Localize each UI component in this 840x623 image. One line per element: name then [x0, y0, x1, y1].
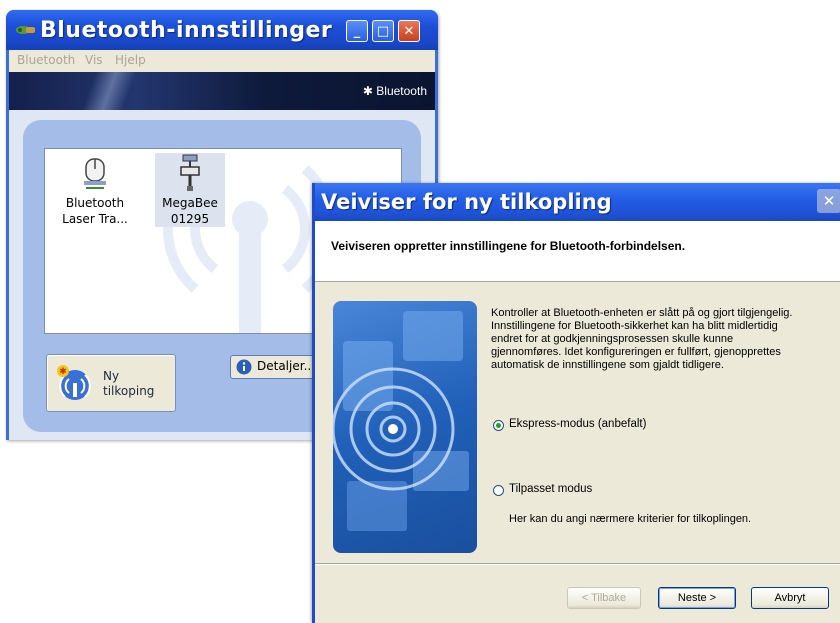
menu-hjelp[interactable]: Hjelp — [115, 53, 146, 67]
new-connection-button[interactable]: ✱ Ny tilkoping — [46, 354, 176, 412]
bluetooth-logo: ✱ Bluetooth — [362, 84, 427, 98]
next-button[interactable]: Neste > — [658, 587, 736, 609]
custom-mode-label[interactable]: Tilpasset modus — [509, 483, 592, 495]
description-line: Innstillingene for Bluetooth-sikkerhet k… — [491, 320, 778, 332]
settings-menu-bar: Bluetooth Vis Hjelp — [9, 50, 435, 72]
settings-banner: ✱ Bluetooth — [9, 72, 435, 110]
details-button[interactable]: Detaljer... — [230, 355, 322, 379]
settings-window-title: Bluetooth-innstillinger — [40, 18, 333, 43]
banner-decoration — [59, 72, 169, 110]
cancel-button[interactable]: Avbryt — [751, 587, 829, 609]
new-connection-wizard-window: Veiviser for ny tilkopling ✕ Veiviseren … — [312, 183, 840, 623]
device-name-line2: 01295 — [170, 212, 210, 226]
wizard-header: Veiviseren oppretter innstillingene for … — [315, 221, 840, 282]
bluetooth-rune-icon: ✱ — [362, 84, 377, 98]
wizard-window-title: Veiviser for ny tilkopling — [321, 190, 612, 214]
custom-mode-radio[interactable] — [493, 485, 504, 496]
wizard-header-text: Veiviseren oppretter innstillingene for … — [331, 239, 686, 253]
wizard-close-button[interactable]: ✕ — [817, 189, 840, 213]
info-icon — [236, 359, 252, 375]
radio-selected-dot — [496, 423, 501, 428]
description-line: automatisk de innstillingene som gjaldt … — [491, 359, 724, 371]
mouse-icon — [84, 158, 106, 189]
new-connection-icon: ✱ — [57, 365, 91, 400]
menu-bluetooth[interactable]: Bluetooth — [17, 53, 75, 67]
svg-text:✱: ✱ — [59, 367, 67, 377]
back-button[interactable]: < Tilbake — [567, 587, 641, 609]
express-mode-radio[interactable] — [493, 420, 504, 431]
minimize-button[interactable]: _ — [346, 20, 368, 42]
description-line: Kontroller at Bluetooth-enheten er slått… — [491, 307, 793, 319]
close-button[interactable]: ✕ — [398, 20, 420, 42]
description-line: endret for at godkjenningsprosessen skul… — [491, 333, 734, 345]
new-connection-label-2: tilkoping — [103, 384, 155, 398]
bluetooth-app-icon — [16, 26, 35, 34]
express-mode-label[interactable]: Ekspress-modus (anbefalt) — [509, 418, 646, 430]
wizard-description: Kontroller at Bluetooth-enheten er slått… — [491, 307, 831, 372]
description-line: gjennomføres. Idet konfigureringen er fu… — [491, 346, 781, 358]
details-button-label: Detaljer... — [257, 359, 316, 373]
wizard-illustration — [333, 301, 477, 553]
device-item-laser-mouse[interactable]: Bluetooth Laser Tra... — [53, 153, 137, 227]
menu-vis[interactable]: Vis — [85, 53, 103, 67]
device-item-megabee[interactable]: MegaBee 01295 — [155, 153, 225, 227]
settings-title-bar[interactable]: Bluetooth-innstillinger _ □ ✕ — [6, 10, 438, 50]
wizard-title-bar[interactable]: Veiviser for ny tilkopling ✕ — [315, 183, 840, 221]
custom-mode-description: Her kan du angi nærmere kriterier for ti… — [509, 513, 752, 525]
device-name-line2: Laser Tra... — [62, 212, 128, 226]
device-name-line1: Bluetooth — [65, 196, 125, 210]
new-connection-label-1: Ny — [103, 369, 120, 383]
maximize-button[interactable]: □ — [372, 20, 394, 42]
close-icon: ✕ — [822, 192, 836, 210]
footer-divider — [315, 563, 840, 565]
usb-adapter-icon — [180, 154, 200, 191]
device-name-line1: MegaBee — [162, 196, 218, 210]
wireless-devices-illustration — [333, 311, 469, 531]
